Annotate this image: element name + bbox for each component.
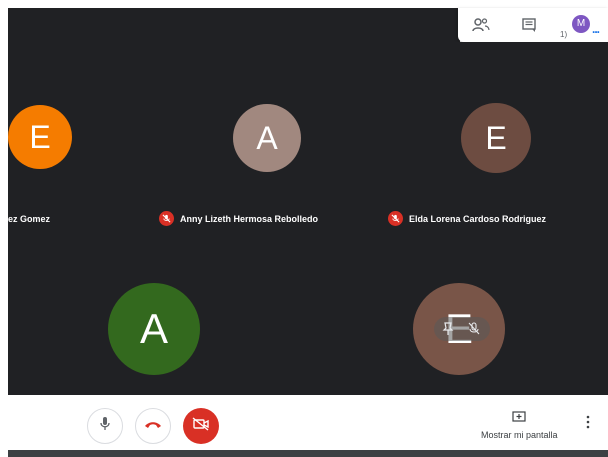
mic-off-icon <box>388 211 403 226</box>
participant-count: 1) <box>560 30 568 39</box>
mic-off-icon <box>159 211 174 226</box>
top-right-panel: 1) M ... <box>458 8 608 42</box>
people-icon[interactable] <box>472 17 490 33</box>
participant-avatar: A <box>108 283 200 375</box>
hangup-icon <box>144 417 162 435</box>
participant-name-row: ez Gomez <box>8 214 50 224</box>
more-indicator: ... <box>592 22 600 36</box>
camera-off-icon <box>192 416 210 436</box>
mic-button[interactable] <box>87 408 123 444</box>
pin-icon[interactable] <box>442 322 454 341</box>
participant-name-row: Anny Lizeth Hermosa Rebolledo <box>159 211 318 226</box>
present-screen-label[interactable]: Mostrar mi pantalla <box>481 430 558 440</box>
mute-participant-icon[interactable] <box>468 322 480 341</box>
participant-avatar: A <box>233 104 301 172</box>
mic-icon <box>99 416 111 437</box>
participant-name: Anny Lizeth Hermosa Rebolledo <box>180 213 319 224</box>
hangup-button[interactable] <box>135 408 171 444</box>
chat-icon[interactable] <box>520 17 538 33</box>
participant-name: ez Gomez <box>8 214 51 224</box>
user-avatar[interactable]: M <box>572 15 590 33</box>
top-bar <box>8 8 460 42</box>
participant-name-row: Elda Lorena Cardoso Rodriguez <box>388 211 546 226</box>
participant-grid: E ez Gomez A Anny Lizeth Hermosa Rebolle… <box>8 42 608 395</box>
bottom-strip <box>8 450 608 457</box>
participant-avatar: E <box>461 103 531 173</box>
participant-avatar: E <box>8 105 72 169</box>
participant-name: Elda Lorena Cardoso Rodriguez <box>409 213 547 224</box>
tile-hover-controls <box>434 317 490 341</box>
present-screen-icon[interactable] <box>512 410 526 429</box>
more-vert-icon[interactable] <box>586 415 590 434</box>
camera-toggle-button[interactable] <box>183 408 219 444</box>
